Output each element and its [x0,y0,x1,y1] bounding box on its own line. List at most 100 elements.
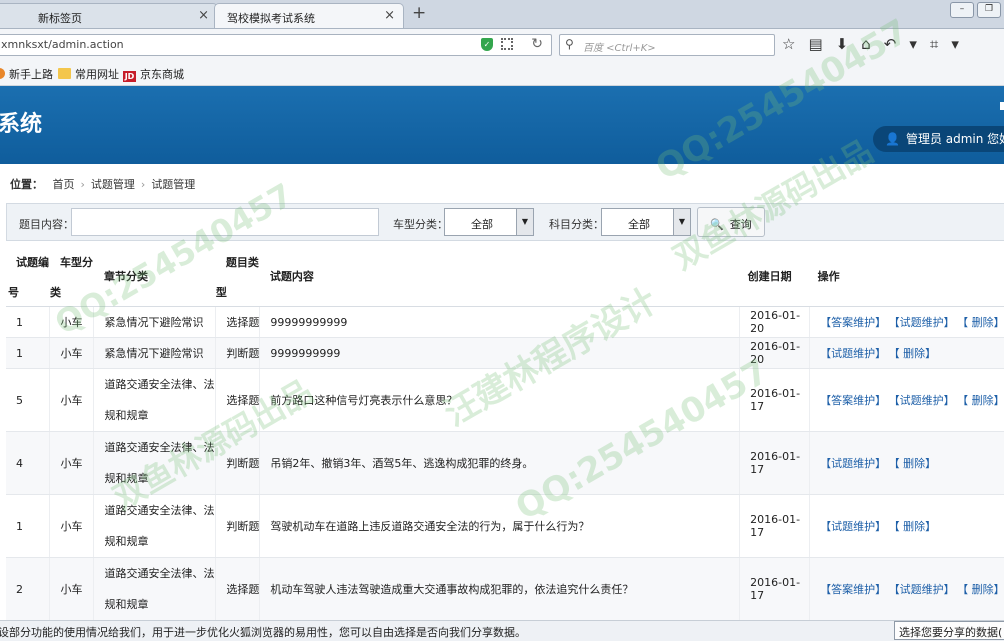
query-button[interactable]: 🔍 查询 [697,207,765,237]
table-row[interactable]: 2 小车 道路交通安全法律、法规和规章 选择题 机动车驾驶人违法驾驶造成重大交通… [6,557,1004,621]
close-icon[interactable]: × [384,8,395,23]
table-row[interactable]: 1 小车 道路交通安全法律、法规和规章 判断题 驾驶机动车在道路上违反道路交通安… [6,494,1004,558]
col-content[interactable]: 试题内容 [259,244,740,307]
header-text: 创建日期 [747,270,792,283]
cell-date: 2016-01-17 [739,557,811,621]
search-input[interactable]: ⚲ 百度 <Ctrl+K> [559,34,775,56]
chevron-down-icon[interactable]: ▾ [951,35,959,53]
address-bar[interactable]: xmnksxt/admin.action ✓ ↻ [0,34,552,56]
tab-driving-exam[interactable]: 驾校模拟考试系统 × [214,3,404,28]
subject-select[interactable]: 全部 ▼ [601,208,691,236]
cell-chapter: 道路交通安全法律、法规和规章 [93,494,217,558]
crop-icon[interactable]: ⌗ [930,35,938,53]
app-header: 系统 👤 管理员 admin 您好 [0,86,1004,164]
cell-content: 前方路口这种信号灯亮表示什么意思？ [259,368,741,432]
table-row[interactable]: 1 小车 紧急情况下避险常识 判断题 9999999999 2016-01-20… [6,337,1004,369]
header-text: 号 [8,286,19,299]
col-id[interactable]: 试题编 号 [6,244,50,307]
col-type[interactable]: 题目类 型 [215,244,260,307]
question-maintain-link[interactable]: 【试题维护】 [820,347,886,360]
header-text: 车型分 [59,256,93,269]
col-ops: 操作 [809,244,1004,307]
bookmark-item[interactable]: JD 京东商城 [123,66,184,82]
cell-date: 2016-01-17 [739,368,811,432]
cell-content: 99999999999 [259,306,741,338]
header-text: 操作 [817,270,840,283]
restore-button[interactable]: ❐ [977,2,1001,18]
breadcrumb-item[interactable]: 试题管理 [91,178,135,191]
user-icon: 👤 [885,132,900,146]
bookmark-item[interactable]: 常用网址 [58,66,119,82]
cell-type: 判断题 [215,431,261,495]
answer-maintain-link[interactable]: 【答案维护】 [820,583,886,596]
cell-ops: 【答案维护】 【试题维护】【 删除】 [809,306,1004,338]
question-maintain-link[interactable]: 【试题维护】 [820,457,886,470]
chevron-down-icon[interactable]: ▾ [909,35,917,53]
delete-link[interactable]: 【 删除】 [963,316,1004,329]
cell-type: 选择题 [215,557,261,621]
delete-link[interactable]: 【 删除】 [894,520,936,533]
car-type-label: 车型分类： [393,218,448,231]
delete-link[interactable]: 【 删除】 [963,394,1004,407]
qrcode-icon[interactable] [501,38,513,50]
cell-car: 小车 [49,337,95,369]
question-maintain-link[interactable]: 【试题维护】 [820,520,886,533]
browser-tab-bar: 新标签页 × 驾校模拟考试系统 × + – ❐ [0,0,1004,29]
cell-type: 判断题 [215,494,261,558]
chevron-down-icon: ▼ [673,209,690,235]
reload-icon[interactable]: ↻ [531,36,543,52]
car-type-select[interactable]: 全部 ▼ [444,208,534,236]
delete-link[interactable]: 【 删除】 [963,583,1004,596]
bookmark-item[interactable]: 新手上路 [0,66,53,82]
delete-link[interactable]: 【 删除】 [894,457,936,470]
reading-list-icon[interactable]: ▤ [808,35,822,53]
cell-id: 1 [6,306,51,338]
subject-value: 全部 [628,218,650,231]
question-maintain-link[interactable]: 【试题维护】 [894,394,955,407]
bookmark-label: 新手上路 [9,68,53,81]
table-header-row: 试题编 号 车型分 类 章节分类 题目类 型 试题内容 创建日期 操作 [6,244,1004,307]
question-maintain-link[interactable]: 【试题维护】 [894,583,955,596]
table-row[interactable]: 1 小车 紧急情况下避险常识 选择题 99999999999 2016-01-2… [6,306,1004,338]
cell-id: 5 [6,368,51,432]
breadcrumb-item[interactable]: 首页 [53,178,75,191]
back-history-icon[interactable]: ↶ [884,35,897,53]
tab-new-tab[interactable]: 新标签页 × [0,3,218,28]
cell-car: 小车 [49,557,95,621]
chevron-right-icon: › [140,178,146,191]
table-row[interactable]: 5 小车 道路交通安全法律、法规和规章 选择题 前方路口这种信号灯亮表示什么意思… [6,368,1004,432]
query-label: 查询 [729,218,752,231]
status-message: 设部分功能的使用情况给我们，用于进一步优化火狐浏览器的易用性，您可以自由选择是否… [0,626,526,639]
cell-type: 选择题 [215,368,261,432]
cell-date: 2016-01-20 [739,306,811,338]
close-icon[interactable]: × [198,8,209,23]
cell-date: 2016-01-17 [739,494,811,558]
bookmark-star-icon[interactable]: ☆ [782,35,795,53]
question-maintain-link[interactable]: 【试题维护】 [894,316,955,329]
col-car-type[interactable]: 车型分 类 [49,244,94,307]
content-search-input[interactable] [71,208,379,236]
cell-id: 1 [6,337,51,369]
header-text: 试题编 [16,256,49,269]
download-icon[interactable]: ⬇ [836,35,849,53]
status-bar: 设部分功能的使用情况给我们，用于进一步优化火狐浏览器的易用性，您可以自由选择是否… [0,620,1004,641]
cell-chapter: 道路交通安全法律、法规和规章 [93,431,217,495]
table-row[interactable]: 4 小车 道路交通安全法律、法规和规章 判断题 吊销2年、撤销3年、酒驾5年、逃… [6,431,1004,495]
answer-maintain-link[interactable]: 【答案维护】 [820,394,886,407]
filter-bar: 题目内容： 车型分类： 全部 ▼ 科目分类： 全部 ▼ 🔍 查询 [6,203,1004,241]
col-chapter[interactable]: 章节分类 [93,244,216,307]
minimize-button[interactable]: – [950,2,974,18]
col-date[interactable]: 创建日期 [739,244,810,307]
home-icon[interactable]: ⌂ [861,35,871,53]
answer-maintain-link[interactable]: 【答案维护】 [820,316,886,329]
cell-chapter: 紧急情况下避险常识 [93,306,217,338]
user-greeting: 管理员 admin 您好 [905,132,1004,146]
search-placeholder: 百度 <Ctrl+K> [583,43,656,54]
cell-date: 2016-01-17 [739,431,811,495]
user-info[interactable]: 👤 管理员 admin 您好 [873,126,1004,152]
new-tab-button[interactable]: + [412,3,426,23]
delete-link[interactable]: 【 删除】 [894,347,936,360]
firefox-icon [0,68,5,79]
shield-icon[interactable]: ✓ [481,38,493,51]
share-data-button[interactable]: 选择您要分享的数据( [894,621,1004,640]
